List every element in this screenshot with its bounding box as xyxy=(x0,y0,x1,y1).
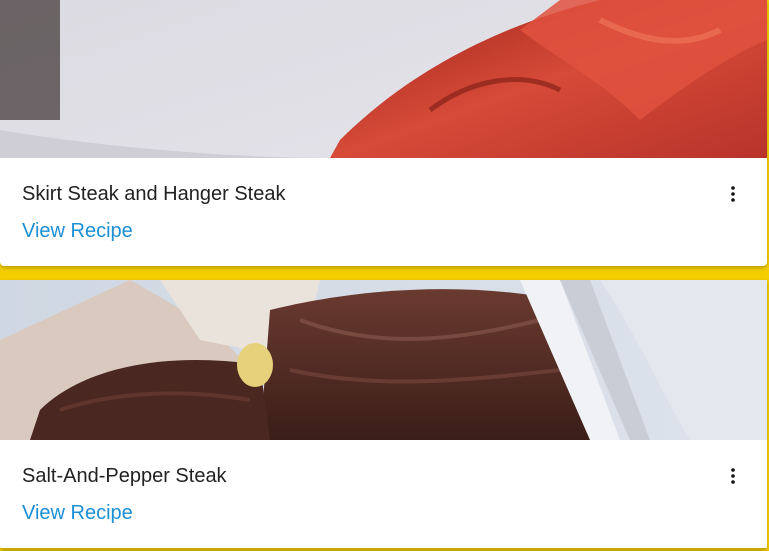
card-menu-button[interactable] xyxy=(723,466,743,486)
skirt-steak-photo xyxy=(0,0,767,158)
view-recipe-link[interactable]: View Recipe xyxy=(22,218,133,244)
recipe-card[interactable]: Skirt Steak and Hanger Steak View Recipe xyxy=(0,0,767,266)
view-recipe-link[interactable]: View Recipe xyxy=(22,500,133,526)
more-vertical-icon xyxy=(731,468,735,484)
recipe-list: Skirt Steak and Hanger Steak View Recipe xyxy=(0,0,769,551)
card-menu-button[interactable] xyxy=(723,184,743,204)
more-vertical-icon xyxy=(731,186,735,202)
card-bottom-rule xyxy=(0,548,767,550)
salt-and-pepper-steak-photo xyxy=(0,280,767,440)
recipe-image[interactable] xyxy=(0,0,767,158)
recipe-title: Skirt Steak and Hanger Steak xyxy=(22,183,286,205)
recipe-card[interactable]: Salt-And-Pepper Steak View Recipe xyxy=(0,280,767,550)
recipe-image[interactable] xyxy=(0,280,767,440)
recipe-title: Salt-And-Pepper Steak xyxy=(22,465,227,487)
